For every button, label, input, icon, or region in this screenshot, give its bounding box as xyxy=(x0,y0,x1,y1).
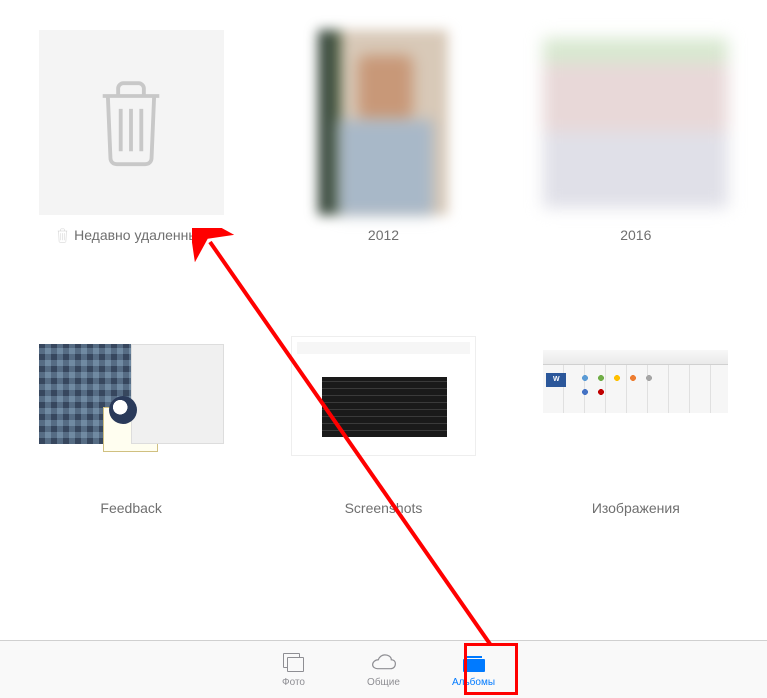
album-2016[interactable]: 2016 xyxy=(535,30,737,243)
cloud-icon xyxy=(371,651,397,675)
album-label: 2012 xyxy=(368,227,399,243)
trash-icon xyxy=(92,78,170,168)
album-thumb-screenshots xyxy=(291,303,476,488)
album-label: Feedback xyxy=(100,500,161,516)
album-thumb-2016 xyxy=(543,30,728,215)
album-label: Screenshots xyxy=(345,500,423,516)
album-2012[interactable]: 2012 xyxy=(282,30,484,243)
album-grid: Недавно удаленные 2012 2016 xyxy=(30,30,737,516)
albums-icon xyxy=(461,651,487,675)
album-label: 2016 xyxy=(620,227,651,243)
album-label-row: 2012 xyxy=(368,227,399,243)
tab-photos[interactable]: Фото xyxy=(249,647,339,692)
tab-bar: Фото Общие Альбомы xyxy=(0,640,767,698)
tab-shared[interactable]: Общие xyxy=(339,647,429,692)
album-thumb-deleted xyxy=(39,30,224,215)
deleted-tile xyxy=(39,30,224,215)
tab-albums[interactable]: Альбомы xyxy=(429,647,519,692)
album-label-row: 2016 xyxy=(620,227,651,243)
album-label: Недавно удаленные xyxy=(74,227,206,243)
photos-stack-icon xyxy=(281,651,307,675)
album-label: Изображения xyxy=(592,500,680,516)
album-label-row: Screenshots xyxy=(345,500,423,516)
tab-label: Общие xyxy=(367,677,400,688)
trash-icon-small xyxy=(56,228,69,243)
album-screenshots[interactable]: Screenshots xyxy=(282,303,484,516)
album-images[interactable]: W Изображения xyxy=(535,303,737,516)
album-label-row: Feedback xyxy=(100,500,161,516)
album-thumb-2012 xyxy=(291,30,476,215)
album-feedback[interactable]: Feedback xyxy=(30,303,232,516)
album-label-row: Недавно удаленные xyxy=(56,227,206,243)
album-thumb-feedback xyxy=(39,303,224,488)
tab-label: Альбомы xyxy=(452,677,495,688)
album-label-row: Изображения xyxy=(592,500,680,516)
tab-label: Фото xyxy=(282,677,305,688)
album-thumb-images: W xyxy=(543,303,728,488)
album-recently-deleted[interactable]: Недавно удаленные xyxy=(30,30,232,243)
albums-content: Недавно удаленные 2012 2016 xyxy=(0,0,767,640)
